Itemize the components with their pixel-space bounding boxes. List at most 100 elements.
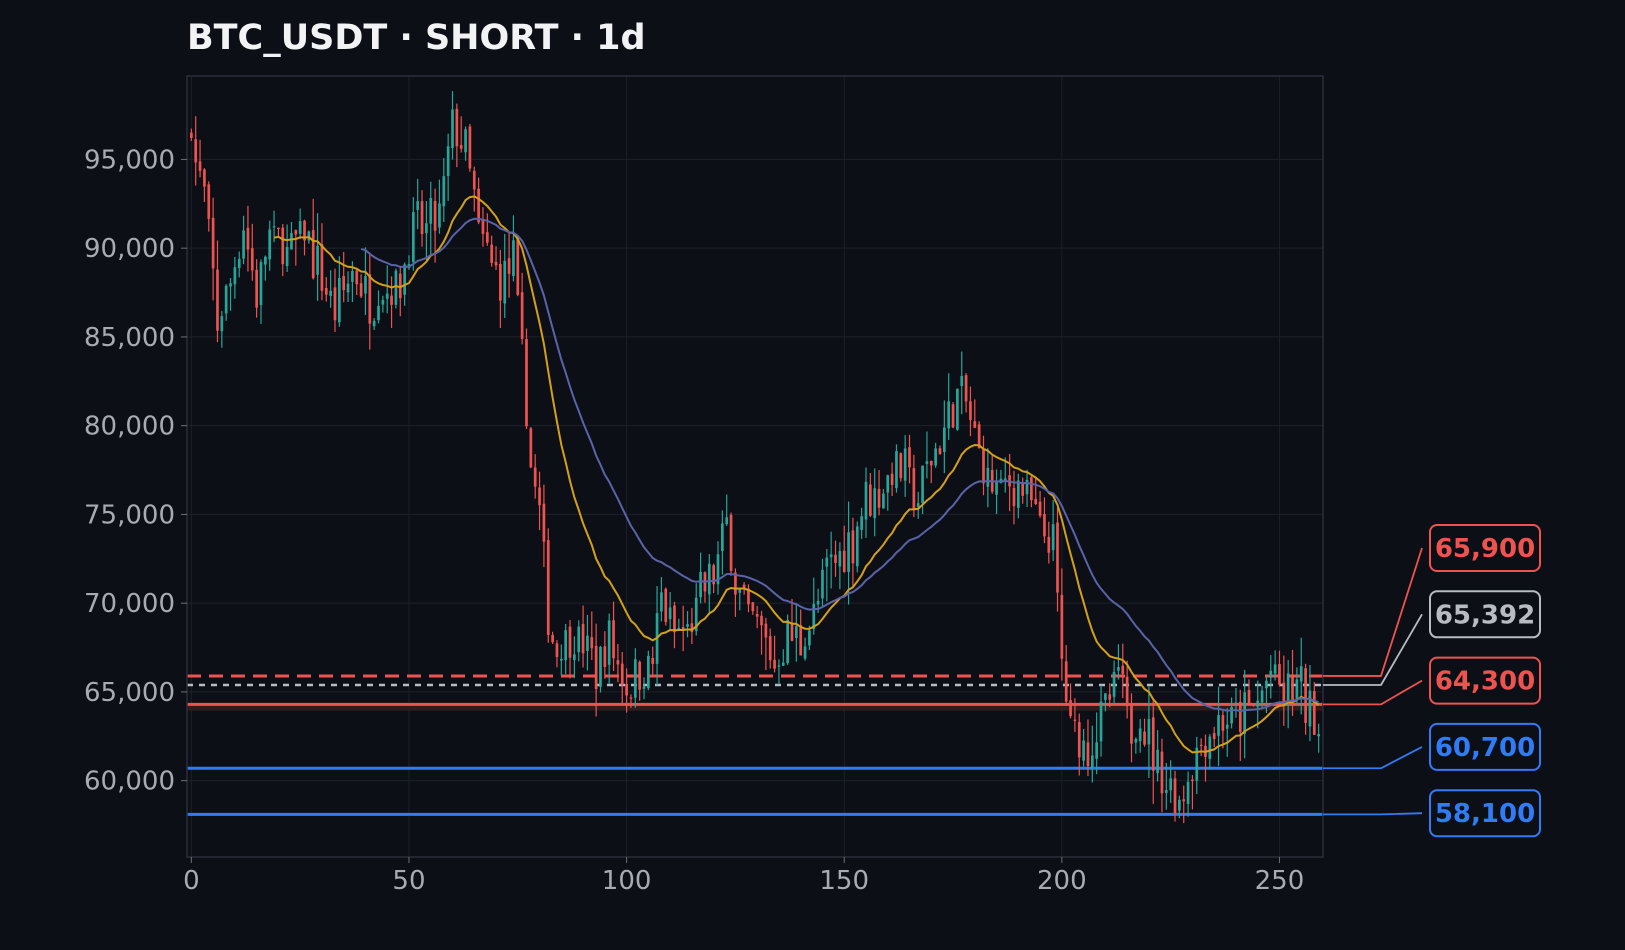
level-label-text: 58,100 [1435, 799, 1535, 829]
candle-body [1090, 755, 1094, 768]
candle-body [612, 620, 615, 659]
moving-averages [273, 195, 1320, 754]
candle-body [1012, 487, 1016, 507]
candle-body [229, 283, 232, 287]
candle-body [1317, 734, 1320, 737]
candle-body [786, 620, 789, 664]
candle-body [372, 320, 376, 327]
candle-body [725, 517, 729, 525]
candle-body [620, 663, 624, 685]
candle-body [216, 269, 219, 331]
level-label-text: 60,700 [1435, 733, 1535, 763]
candle-body [1130, 704, 1133, 744]
candle-body [982, 448, 985, 484]
candle-body [751, 602, 755, 612]
candle-body [638, 661, 642, 690]
candle-body [816, 600, 820, 605]
candle-body [847, 532, 850, 572]
candle-body [607, 620, 611, 665]
candle-body [956, 388, 959, 430]
candle-body [438, 203, 441, 228]
candle-body [351, 270, 354, 282]
candle-body [368, 274, 372, 324]
candle-body [964, 375, 968, 402]
candle-body [851, 530, 855, 564]
candle-body [294, 230, 298, 235]
candle-body [790, 622, 794, 641]
candle-body [1043, 514, 1046, 537]
candle-body [233, 267, 237, 285]
candle-body [1208, 736, 1212, 759]
candle-body [1151, 717, 1155, 771]
candle-body [673, 605, 676, 633]
candle-body [551, 635, 554, 643]
candle-body [533, 467, 537, 487]
candle-body [190, 132, 193, 139]
candle-body [699, 571, 702, 598]
candle-body [1260, 690, 1264, 703]
candle-body [808, 630, 811, 646]
candle-body [625, 683, 628, 696]
candle-body [355, 270, 359, 285]
level-label-text: 65,392 [1435, 600, 1535, 630]
candle-body [394, 270, 398, 305]
candle-body [1160, 751, 1164, 794]
candle-body [629, 697, 633, 699]
candle-body [211, 217, 215, 269]
candle-body [1021, 483, 1025, 496]
candle-body [1060, 594, 1064, 659]
candle-body [298, 221, 302, 234]
candle-body [942, 427, 946, 452]
candle-body [929, 460, 933, 466]
candle-body [1134, 738, 1138, 743]
x-tick-label: 200 [1037, 866, 1087, 896]
candle-body [1073, 719, 1077, 721]
candle-body [246, 227, 250, 250]
y-tick-label: 70,000 [84, 589, 175, 619]
candle-body [934, 448, 937, 466]
candle-body [890, 473, 894, 485]
candle-body [1299, 666, 1303, 682]
label-connector [1323, 613, 1423, 686]
level-labels: 65,900 65,392 64,300 60,700 58,100 [1323, 524, 1541, 838]
candle-body [1312, 691, 1316, 735]
candle-body [446, 146, 450, 176]
x-tick-label: 50 [392, 866, 425, 896]
price-chart: 0 50 100 150 200 250 60,000 65,000 70,000 75,000… [84, 75, 1541, 896]
candle-body [860, 516, 863, 530]
candle-body [464, 129, 467, 153]
candle-body [794, 626, 798, 638]
candle-body [207, 184, 211, 219]
candle-body [403, 264, 406, 295]
candle-body [1308, 690, 1312, 727]
x-tick-label: 0 [183, 866, 200, 896]
candle-body [781, 662, 785, 666]
label-connector [1323, 746, 1423, 770]
candle-body [1104, 693, 1107, 700]
y-tick-label: 85,000 [84, 323, 175, 353]
candle-body [969, 401, 972, 421]
candle-body [242, 230, 245, 259]
candle-body [220, 316, 224, 332]
candle-body [316, 245, 319, 275]
candle-body [660, 592, 663, 612]
candle-body [664, 588, 668, 622]
candle-body [995, 481, 998, 495]
y-tick-label: 95,000 [84, 145, 175, 175]
candle-body [1138, 728, 1142, 742]
candle-body [433, 200, 437, 231]
candle-body [1212, 733, 1216, 739]
candle-body [912, 468, 916, 509]
candle-body [194, 139, 198, 163]
candle-body [546, 540, 550, 635]
candle-body [520, 292, 524, 339]
candle-body [1238, 701, 1242, 732]
candle-body [512, 240, 515, 277]
candle-body [1047, 536, 1051, 553]
candle-body [411, 212, 415, 263]
candle-body [642, 686, 646, 689]
candle-body [899, 453, 903, 479]
candle-body [1173, 778, 1177, 814]
candle-body [359, 283, 363, 297]
candle-body [760, 615, 763, 626]
